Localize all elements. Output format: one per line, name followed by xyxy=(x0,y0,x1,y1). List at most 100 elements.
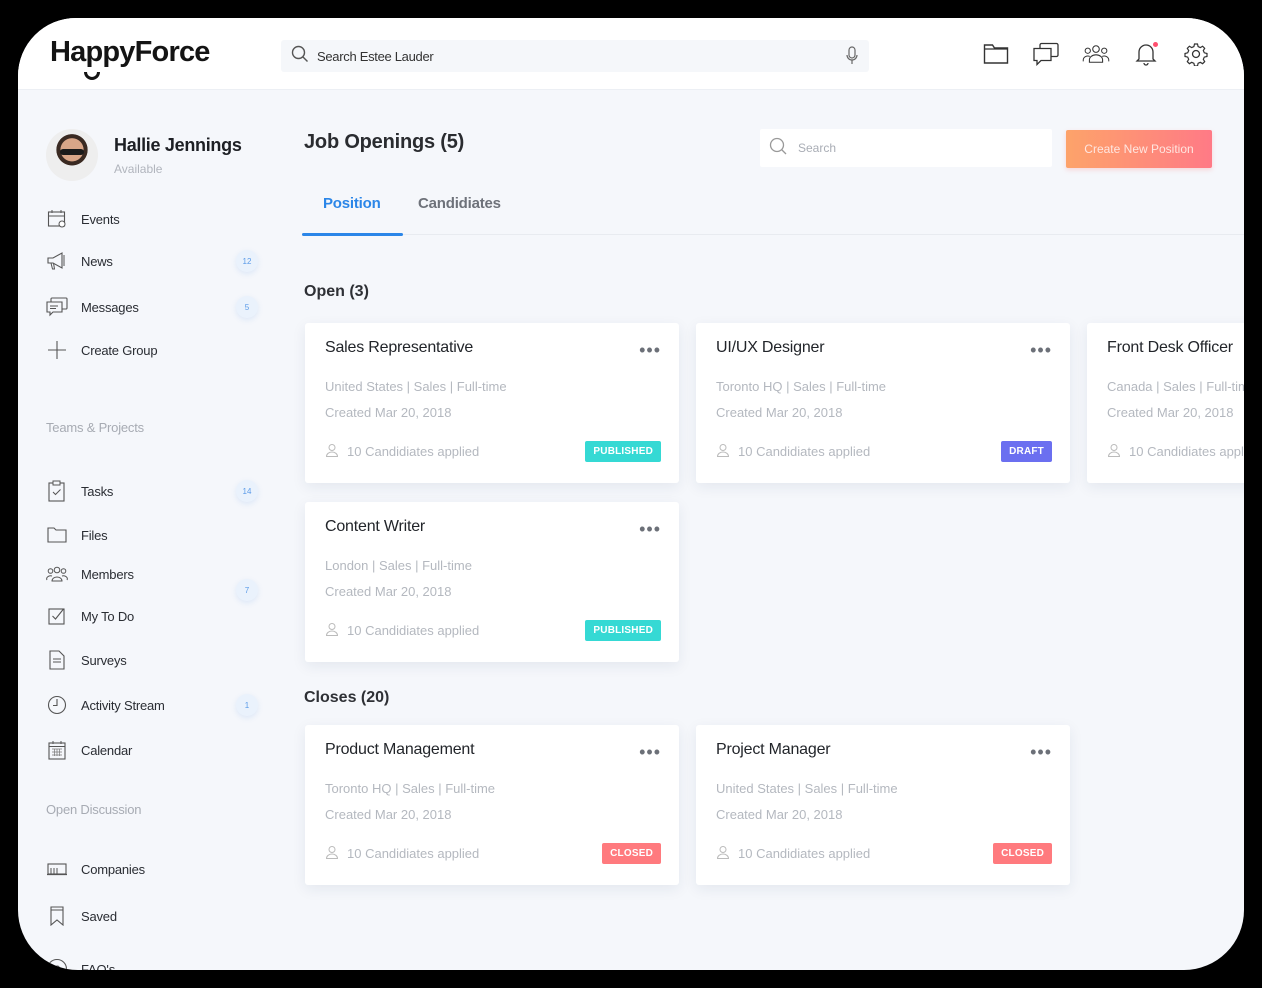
sidebar-item-surveys[interactable]: Surveys xyxy=(46,646,258,674)
tasks-count-badge: 14 xyxy=(236,480,258,502)
calendar-icon xyxy=(46,739,68,761)
more-options-icon[interactable]: ••• xyxy=(639,519,661,540)
sidebar-item-label: Events xyxy=(81,211,120,227)
section-open-discussion: Open Discussion xyxy=(46,802,142,817)
sidebar-item-label: Messages xyxy=(81,299,139,315)
sidebar-item-files[interactable]: Files xyxy=(46,521,258,549)
job-meta: United States | Sales | Full-time xyxy=(325,379,507,394)
job-meta: Toronto HQ | Sales | Full-time xyxy=(716,379,887,394)
job-card[interactable]: Project Manager ••• United States | Sale… xyxy=(696,725,1070,885)
top-bar: HappyForce Search Estee Lauder xyxy=(18,18,1244,90)
tab-position[interactable]: Position xyxy=(323,195,381,212)
status-badge-published: PUBLISHED xyxy=(585,620,661,641)
activity-count-badge: 1 xyxy=(236,694,258,716)
user-icon xyxy=(1107,443,1121,460)
building-icon xyxy=(46,858,68,880)
candidates-applied-text: 10 Candidiates applied xyxy=(347,444,480,459)
candidates-applied: 10 Candidiates applied xyxy=(716,443,870,460)
sidebar-item-calendar[interactable]: Calendar xyxy=(46,736,258,764)
sidebar-item-label: Companies xyxy=(81,861,145,877)
sidebar-item-tasks[interactable]: Tasks 14 xyxy=(46,477,258,505)
checkbox-icon xyxy=(46,605,68,627)
search-icon xyxy=(768,136,788,161)
logo-smile-icon xyxy=(84,72,100,80)
more-options-icon[interactable]: ••• xyxy=(1030,340,1052,361)
job-created-date: Created Mar 20, 2018 xyxy=(325,584,452,599)
sidebar-item-faqs[interactable]: ? FAQ's xyxy=(46,955,258,970)
more-options-icon[interactable]: ••• xyxy=(1030,742,1052,763)
app-window: HappyForce Search Estee Lauder Hallie Je… xyxy=(18,18,1244,970)
sidebar-item-label: Calendar xyxy=(81,742,133,758)
candidates-applied-text: 10 Candidiates applied xyxy=(347,623,480,638)
candidates-applied: 10 Candidiates applied xyxy=(716,845,870,862)
microphone-icon[interactable] xyxy=(845,46,859,71)
user-name: Hallie Jennings xyxy=(114,134,242,155)
candidates-applied-text: 10 Candidiates applied xyxy=(347,846,480,861)
members-icon xyxy=(46,563,68,585)
job-card[interactable]: Sales Representative ••• United States |… xyxy=(305,323,679,483)
sidebar-item-label: My To Do xyxy=(81,608,135,624)
job-card[interactable]: Front Desk Officer Canada | Sales | Full… xyxy=(1087,323,1244,483)
sidebar-item-messages[interactable]: Messages 5 xyxy=(46,293,258,321)
bell-icon[interactable] xyxy=(1132,40,1160,68)
messages-icon xyxy=(46,296,68,318)
sidebar: Hallie Jennings Available Events News 12… xyxy=(18,91,278,970)
chat-icon[interactable] xyxy=(1032,40,1060,68)
job-created-date: Created Mar 20, 2018 xyxy=(1107,405,1234,420)
notification-dot xyxy=(1153,42,1158,47)
job-title: Front Desk Officer xyxy=(1107,339,1233,356)
status-badge-closed: CLOSED xyxy=(602,843,661,864)
job-title: Project Manager xyxy=(716,741,831,758)
sidebar-item-label: Members xyxy=(81,566,134,582)
plus-icon xyxy=(46,339,68,361)
sidebar-item-label: Create Group xyxy=(81,342,158,358)
closed-section-title: Closes (20) xyxy=(304,689,390,706)
folder-icon[interactable] xyxy=(982,40,1010,68)
more-options-icon[interactable]: ••• xyxy=(639,340,661,361)
sidebar-item-my-to-do[interactable]: My To Do xyxy=(46,602,258,630)
sidebar-item-label: Activity Stream xyxy=(81,697,165,713)
sidebar-item-saved[interactable]: Saved xyxy=(46,902,258,930)
calendar-check-icon xyxy=(46,208,68,230)
job-meta: Toronto HQ | Sales | Full-time xyxy=(325,781,496,796)
job-search-placeholder: Search xyxy=(798,141,837,155)
job-title: Content Writer xyxy=(325,518,426,535)
user-icon xyxy=(325,443,339,460)
tab-candidates[interactable]: Candidiates xyxy=(418,195,501,212)
gear-icon[interactable] xyxy=(1182,40,1210,68)
sidebar-item-activity-stream[interactable]: Activity Stream 1 xyxy=(46,691,258,719)
main-content: Job Openings (5) Search Create New Posit… xyxy=(302,91,1244,970)
job-title: UI/UX Designer xyxy=(716,339,825,356)
user-icon xyxy=(716,443,730,460)
job-search-input[interactable]: Search xyxy=(760,129,1052,167)
job-card[interactable]: Content Writer ••• London | Sales | Full… xyxy=(305,502,679,662)
sidebar-item-create-group[interactable]: Create Group xyxy=(46,336,258,364)
status-badge-closed: CLOSED xyxy=(993,843,1052,864)
create-new-position-button[interactable]: Create New Position xyxy=(1066,130,1212,168)
user-profile[interactable]: Hallie Jennings Available xyxy=(46,129,242,181)
candidates-applied-text: 10 Candidiates applied xyxy=(738,444,871,459)
job-card[interactable]: UI/UX Designer ••• Toronto HQ | Sales | … xyxy=(696,323,1070,483)
global-search-input[interactable]: Search Estee Lauder xyxy=(281,40,869,72)
clock-icon xyxy=(46,694,68,716)
global-search-placeholder: Search Estee Lauder xyxy=(317,48,434,64)
sidebar-item-companies[interactable]: Companies xyxy=(46,855,258,883)
status-badge-published: PUBLISHED xyxy=(585,441,661,462)
job-card[interactable]: Product Management ••• Toronto HQ | Sale… xyxy=(305,725,679,885)
job-meta: London | Sales | Full-time xyxy=(325,558,472,573)
sidebar-item-events[interactable]: Events xyxy=(46,205,258,233)
svg-text:?: ? xyxy=(54,964,60,970)
job-meta: Canada | Sales | Full-time xyxy=(1107,379,1244,394)
sidebar-item-members[interactable]: Members 7 xyxy=(46,560,258,601)
user-icon xyxy=(325,622,339,639)
job-title: Product Management xyxy=(325,741,475,758)
tab-bar: Position Candidiates xyxy=(302,183,1244,236)
section-teams-projects: Teams & Projects xyxy=(46,420,144,435)
team-icon[interactable] xyxy=(1082,40,1110,68)
avatar[interactable] xyxy=(46,129,98,181)
more-options-icon[interactable]: ••• xyxy=(639,742,661,763)
sidebar-item-news[interactable]: News 12 xyxy=(46,247,258,275)
candidates-applied: 10 Candidiates applied xyxy=(1107,443,1244,460)
logo[interactable]: HappyForce xyxy=(50,36,210,80)
megaphone-icon xyxy=(46,250,68,272)
